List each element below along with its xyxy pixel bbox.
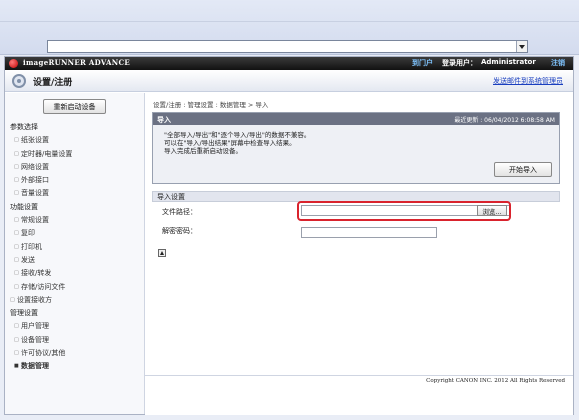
sidebar-item[interactable]: 设置接收方 <box>5 294 145 308</box>
login-user-name: Administrator <box>481 58 536 66</box>
sidebar-section-heading: 参数选择 <box>10 123 38 131</box>
file-path-row: 文件路径： 浏览... <box>152 201 560 221</box>
password-row: 解密密码： <box>152 221 560 240</box>
sidebar-section-heading: 功能设置 <box>10 202 38 211</box>
breadcrumb: 设置/注册 : 管理设置 : 数据管理 > 导入 <box>153 101 269 109</box>
import-description: "全部导入/导出"和"逐个导入/导出"的数据不兼容。 可以在"导入/导出结果"屏… <box>164 131 310 155</box>
portal-link[interactable]: 到门户 <box>412 58 433 68</box>
sidebar-item[interactable]: 网络设置 <box>5 161 145 175</box>
import-settings-section: 导入设置 文件路径： 浏览... 解密密码： <box>152 191 560 240</box>
highlight-annotation <box>297 201 511 221</box>
import-panel-body: "全部导入/导出"和"逐个导入/导出"的数据不兼容。 可以在"导入/导出结果"屏… <box>153 125 559 183</box>
brand-name: imageRUNNER ADVANCE <box>23 58 130 67</box>
desc-line-1: "全部导入/导出"和"逐个导入/导出"的数据不兼容。 <box>164 131 311 139</box>
logout-link[interactable]: 注销 <box>551 58 565 68</box>
sidebar-item[interactable]: 纸张设置 <box>5 134 145 148</box>
sidebar-item[interactable]: 数据管理 <box>5 360 145 374</box>
desc-line-3: 导入完成后重新启动设备。 <box>164 147 242 155</box>
copyright-text: Copyright CANON INC. 2012 All Rights Res… <box>426 378 565 384</box>
browser-toolbar <box>0 0 579 55</box>
toolbar-divider <box>0 21 579 22</box>
sidebar-item[interactable]: 复印 <box>5 227 145 241</box>
password-label: 解密密码： <box>162 227 197 235</box>
sidebar-item[interactable]: 音量设置 <box>5 187 145 201</box>
desc-line-2: 可以在"导入/导出结果"屏幕中检查导入结果。 <box>164 139 296 147</box>
brand-bar: imageRUNNER ADVANCE 到门户 登录用户： Administra… <box>5 57 573 70</box>
import-panel-title: 导入 <box>157 116 171 124</box>
sidebar: 重新启动设备 参数选择纸张设置定时器/电量设置网络设置外部接口音量设置功能设置常… <box>5 93 145 414</box>
sidebar-item[interactable]: 接收/转发 <box>5 267 145 281</box>
import-panel: 导入 最近更新 : 06/04/2012 6:08:58 AM "全部导入/导出… <box>152 112 560 184</box>
sidebar-item[interactable]: 存储/访问文件 <box>5 281 145 295</box>
back-to-top-icon[interactable] <box>158 249 166 257</box>
sidebar-item[interactable]: 用户管理 <box>5 320 145 334</box>
sidebar-item[interactable]: 发送 <box>5 254 145 268</box>
canon-logo-icon <box>9 59 18 68</box>
sidebar-section-heading: 管理设置 <box>10 309 38 318</box>
sidebar-item[interactable]: 定时器/电量设置 <box>5 148 145 162</box>
address-bar[interactable] <box>47 40 528 53</box>
address-dropdown-icon[interactable] <box>516 41 527 52</box>
sidebar-item[interactable]: 外部接口 <box>5 174 145 188</box>
app-frame: imageRUNNER ADVANCE 到门户 登录用户： Administra… <box>4 56 574 415</box>
import-panel-header: 导入 最近更新 : 06/04/2012 6:08:58 AM <box>153 113 559 125</box>
sidebar-item[interactable]: 许可协议/其他 <box>5 347 145 361</box>
restart-device-button[interactable]: 重新启动设备 <box>43 99 106 114</box>
page-header: 设置/注册 发送邮件到系统管理员 <box>5 70 573 92</box>
last-update-text: 最近更新 : 06/04/2012 6:08:58 AM <box>454 117 555 124</box>
mail-admin-link[interactable]: 发送邮件到系统管理员 <box>493 76 563 86</box>
login-user-label: 登录用户： <box>442 59 477 67</box>
page-title: 设置/注册 <box>33 78 73 88</box>
main-content: 设置/注册 : 管理设置 : 数据管理 > 导入 导入 最近更新 : 06/04… <box>147 93 571 393</box>
sidebar-item[interactable]: 常规设置 <box>5 214 145 228</box>
settings-gear-icon <box>12 74 26 88</box>
sidebar-item[interactable]: 打印机 <box>5 241 145 255</box>
file-path-label: 文件路径： <box>162 208 197 216</box>
sidebar-nav: 参数选择纸张设置定时器/电量设置网络设置外部接口音量设置功能设置常规设置复印打印… <box>5 121 145 374</box>
sidebar-item[interactable]: 设备管理 <box>5 334 145 348</box>
footer: Copyright CANON INC. 2012 All Rights Res… <box>145 375 573 415</box>
start-import-button[interactable]: 开始导入 <box>494 162 552 177</box>
password-input[interactable] <box>301 227 437 238</box>
